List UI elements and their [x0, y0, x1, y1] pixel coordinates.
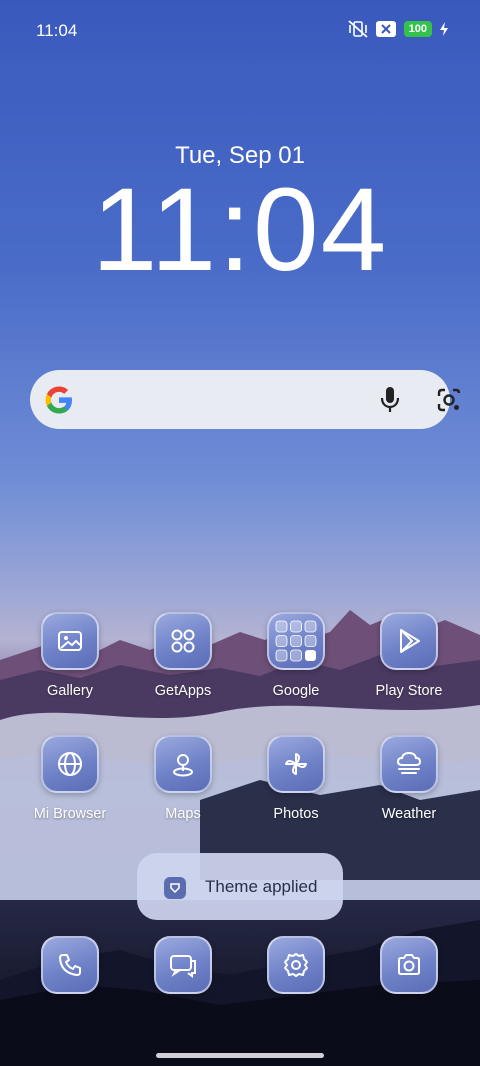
weather-app-icon[interactable]: [380, 735, 438, 793]
app-label: Mi Browser: [33, 806, 107, 822]
globe-icon: [58, 752, 82, 776]
dock-phone[interactable]: [15, 936, 125, 994]
app-photos[interactable]: Photos: [241, 735, 351, 822]
google-logo-icon: [45, 386, 72, 414]
app-label: Maps: [165, 806, 201, 822]
toast-text: Theme applied: [205, 877, 318, 896]
maps-app-icon[interactable]: [154, 735, 212, 793]
close-box-icon: [375, 21, 396, 37]
gallery-app-icon[interactable]: [41, 612, 99, 670]
app-getapps[interactable]: GetApps: [128, 612, 238, 699]
vibrate-off-icon: [348, 20, 368, 38]
getapps-app-icon[interactable]: [154, 612, 212, 670]
battery-level: 100: [403, 21, 432, 37]
status-icons: 100: [348, 20, 448, 38]
clock-time[interactable]: 11:04: [0, 170, 480, 290]
image-icon: [58, 631, 82, 651]
app-label: Gallery: [47, 683, 93, 699]
theme-icon: [164, 877, 186, 899]
dock-camera[interactable]: [354, 936, 464, 994]
settings-gear-icon: [284, 953, 308, 977]
play-triangle-icon: [400, 629, 420, 653]
app-label: Google: [272, 683, 320, 699]
status-time: 11:04: [36, 21, 78, 40]
app-label: Play Store: [375, 683, 443, 699]
phone-app-icon[interactable]: [41, 936, 99, 994]
settings-app-icon[interactable]: [267, 936, 325, 994]
map-pin-icon: [173, 754, 193, 777]
messages-app-icon[interactable]: [154, 936, 212, 994]
google-search-bar[interactable]: [30, 370, 461, 429]
status-bar: 11:04 100: [0, 0, 480, 62]
app-label: Photos: [273, 806, 319, 822]
phone-icon: [59, 954, 81, 976]
mi-browser-app-icon[interactable]: [41, 735, 99, 793]
pinwheel-icon: [285, 753, 307, 775]
app-google-folder[interactable]: Google: [241, 612, 351, 699]
camera-app-icon[interactable]: [380, 936, 438, 994]
photos-app-icon[interactable]: [267, 735, 325, 793]
microphone-icon[interactable]: [377, 385, 403, 415]
dock-messages[interactable]: [128, 936, 238, 994]
folder-icon: [275, 620, 317, 662]
charging-icon: [440, 22, 448, 36]
toast-notification: Theme applied: [137, 853, 343, 920]
dock-settings[interactable]: [241, 936, 351, 994]
cloud-fog-icon: [396, 751, 422, 774]
app-gallery[interactable]: Gallery: [15, 612, 125, 699]
grid-circles-icon: [171, 629, 195, 653]
app-mi-browser[interactable]: Mi Browser: [15, 735, 125, 822]
app-label: GetApps: [154, 683, 212, 699]
app-maps[interactable]: Maps: [128, 735, 238, 822]
play-store-app-icon[interactable]: [380, 612, 438, 670]
google-folder-icon[interactable]: [267, 612, 325, 670]
lens-camera-icon[interactable]: [435, 386, 463, 414]
app-play-store[interactable]: Play Store: [354, 612, 464, 699]
app-label: Weather: [381, 806, 437, 822]
home-gesture-bar[interactable]: [156, 1053, 324, 1058]
camera-icon: [398, 954, 420, 975]
app-weather[interactable]: Weather: [354, 735, 464, 822]
messages-icon: [170, 955, 196, 978]
